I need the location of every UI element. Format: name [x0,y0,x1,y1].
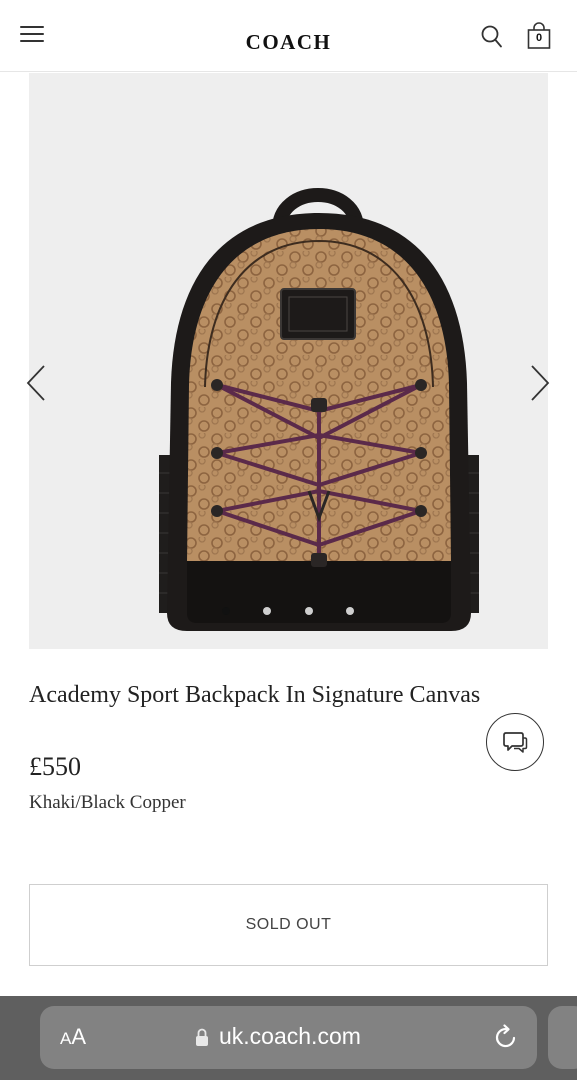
carousel-pagination [0,605,577,619]
aa-small-label: A [60,1029,72,1048]
chevron-left-icon [26,365,45,401]
product-color: Khaki/Black Copper [29,792,186,813]
chevron-right-icon [531,365,550,401]
next-tab-preview[interactable] [548,1006,577,1069]
browser-toolbar: AA uk.coach.com [0,996,577,1080]
url-text[interactable]: uk.coach.com [219,1023,361,1050]
product-image-carousel[interactable] [26,73,550,649]
carousel-dot-1[interactable] [222,607,230,615]
product-price: £550 [29,752,81,781]
address-bar[interactable]: AA uk.coach.com [40,1006,537,1069]
sold-out-button[interactable]: SOLD OUT [29,884,548,966]
carousel-dot-2[interactable] [263,607,271,615]
chat-icon [503,732,528,753]
bag-count: 0 [535,32,543,44]
reload-icon [495,1024,516,1048]
next-image-button[interactable] [526,363,552,403]
reload-button[interactable] [492,1023,520,1051]
previous-image-button[interactable] [24,363,50,403]
site-header: COACH 0 [0,0,577,72]
chat-button[interactable] [486,713,544,771]
shopping-bag-button[interactable]: 0 [525,22,553,50]
carousel-dot-4[interactable] [346,607,354,615]
lock-icon [196,1028,208,1046]
carousel-dot-3[interactable] [305,607,313,615]
product-title: Academy Sport Backpack In Signature Canv… [29,682,481,708]
reader-text-size-button[interactable]: AA [60,1024,86,1050]
product-image [159,188,479,631]
search-icon[interactable] [480,24,504,50]
aa-big-label: A [71,1024,87,1049]
